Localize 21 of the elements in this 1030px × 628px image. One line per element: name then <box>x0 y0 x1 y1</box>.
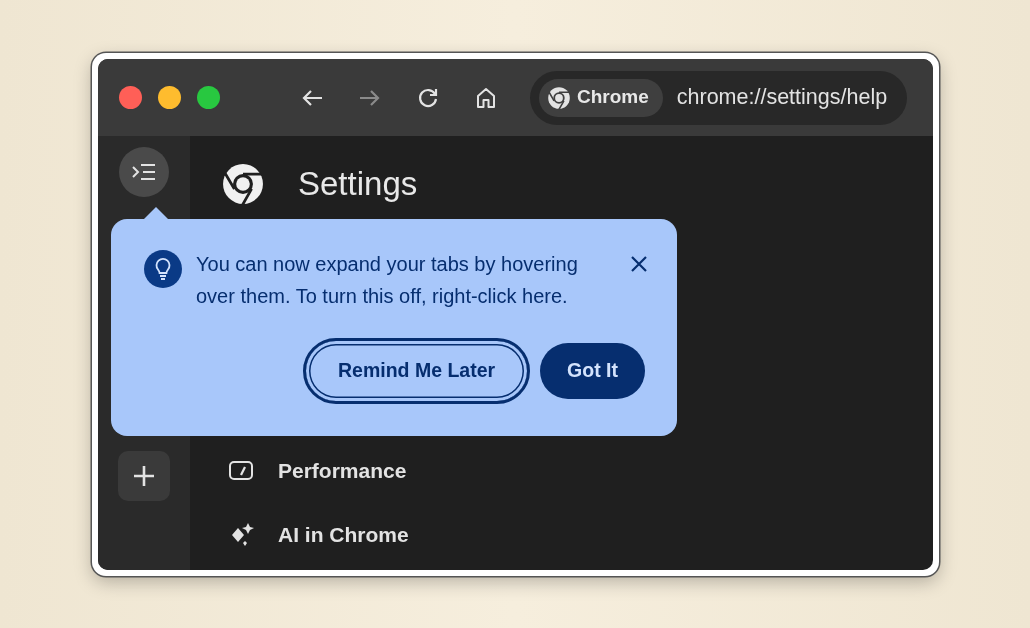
window-control-button[interactable] <box>197 86 220 109</box>
close-icon <box>630 255 648 273</box>
lightbulb-icon <box>144 250 182 288</box>
page-title: Settings <box>298 164 418 204</box>
address-bar[interactable]: Chrome chrome://settings/help <box>530 70 908 125</box>
tip-message: You can now expand your tabs by hovering over them. To turn this off, right-click here. <box>196 252 579 309</box>
site-chip[interactable]: Chrome <box>539 78 663 117</box>
url-text: chrome://settings/help <box>676 84 888 112</box>
chrome-logo-icon <box>547 85 571 110</box>
chrome-logo-icon <box>222 163 264 205</box>
got-it-button[interactable]: Got It <box>540 343 645 399</box>
window-control-button[interactable] <box>158 86 181 109</box>
sidebar-toggle-button[interactable] <box>119 147 169 197</box>
expand-list-icon <box>131 162 157 182</box>
window-control-button[interactable] <box>119 86 142 109</box>
new-tab-button[interactable] <box>118 451 170 501</box>
menu-item[interactable]: Performance <box>222 439 933 503</box>
plus-icon <box>133 465 155 487</box>
home-icon <box>474 85 498 110</box>
remind-later-button[interactable]: Remind Me Later <box>302 338 531 404</box>
menu-item[interactable]: AI in Chrome <box>222 503 933 567</box>
